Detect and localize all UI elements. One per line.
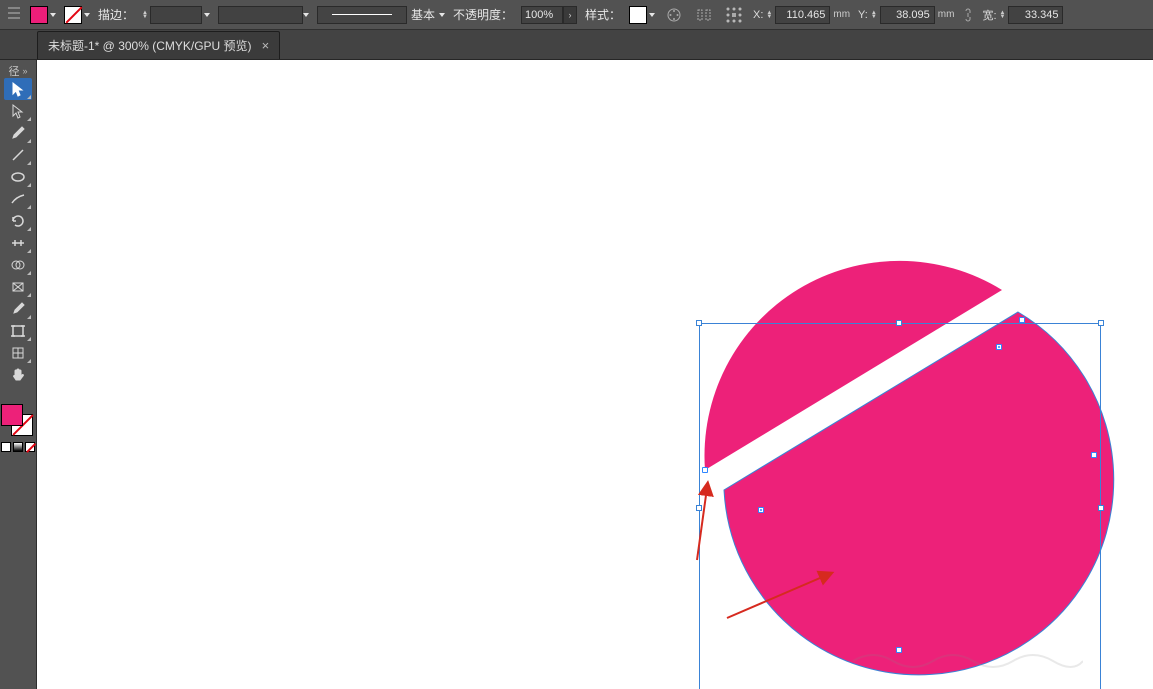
brush-basic-label: 基本 <box>411 6 435 23</box>
close-tab-icon[interactable]: × <box>262 41 270 51</box>
pen-tool[interactable] <box>4 122 32 144</box>
chevron-down-icon <box>50 13 56 17</box>
stepper-arrows-icon: ▲▼ <box>766 11 772 19</box>
fill-stroke-indicator[interactable] <box>1 404 35 438</box>
stroke-swatch-group[interactable] <box>64 6 90 24</box>
anchor-point-icon[interactable] <box>996 344 1002 350</box>
brush-definition[interactable]: 基本 <box>317 6 445 24</box>
selection-bounding-box <box>699 323 1101 689</box>
fill-indicator <box>1 404 23 426</box>
slice-tool[interactable] <box>4 342 32 364</box>
selection-handle-icon[interactable] <box>896 320 902 326</box>
graphic-style-swatch[interactable] <box>629 6 655 24</box>
eyedropper-tool[interactable] <box>4 298 32 320</box>
fill-swatch <box>30 6 48 24</box>
document-view[interactable] <box>37 60 1153 689</box>
selection-handle-icon[interactable] <box>1098 505 1104 511</box>
variable-width-profile[interactable] <box>218 6 309 24</box>
profile-preview <box>218 6 303 24</box>
artboard-tool[interactable] <box>4 320 32 342</box>
y-input[interactable] <box>880 6 935 24</box>
chevron-down-icon <box>204 13 210 17</box>
panel-menu-icon[interactable]: » <box>22 66 27 76</box>
link-wh-icon[interactable] <box>962 7 974 23</box>
color-mode-swatches <box>1 442 35 452</box>
work-area: 径 » <box>0 60 1153 689</box>
y-unit: mm <box>938 9 955 20</box>
chevron-down-icon <box>439 13 445 17</box>
options-bar: 描边： ▲▼ 基本 不透明度： › 样式： X: ▲▼ <box>0 0 1153 30</box>
selection-tool[interactable] <box>4 78 32 100</box>
document-tab[interactable]: 未标题-1* @ 300% (CMYK/GPU 预览) × <box>37 31 280 59</box>
perspective-grid-tool[interactable] <box>4 276 32 298</box>
y-label: Y: <box>858 9 868 21</box>
fill-swatch-group[interactable] <box>30 6 56 24</box>
direct-selection-tool[interactable] <box>4 100 32 122</box>
annotation-arrow-icon <box>722 563 782 623</box>
transform-w-field: 宽: ▲▼ <box>982 6 1063 24</box>
chevron-down-icon <box>649 13 655 17</box>
selection-handle-icon[interactable] <box>1098 320 1104 326</box>
chevron-down-icon <box>303 13 309 17</box>
selection-handle-icon[interactable] <box>696 320 702 326</box>
x-label: X: <box>753 9 763 21</box>
stepper-arrows-icon: ▲▼ <box>1000 11 1006 19</box>
style-swatch <box>629 6 647 24</box>
recolor-artwork-button[interactable] <box>663 4 685 26</box>
shape-builder-tool[interactable] <box>4 254 32 276</box>
reselect-path-button[interactable] <box>6 5 22 24</box>
line-tool[interactable] <box>4 144 32 166</box>
ellipse-tool[interactable] <box>4 166 32 188</box>
w-input[interactable] <box>1008 6 1063 24</box>
opacity-label: 不透明度： <box>453 6 513 23</box>
w-label: 宽: <box>982 7 996 23</box>
anchor-point-icon[interactable] <box>702 467 708 473</box>
stroke-none-swatch <box>64 6 82 24</box>
transform-y-field: Y: ▲▼ mm <box>858 6 954 24</box>
reference-point-grid[interactable] <box>723 4 745 26</box>
stroke-label: 描边： <box>98 6 134 23</box>
stepper-arrows-icon: ▲▼ <box>871 11 877 19</box>
color-mode-color-icon[interactable] <box>1 442 11 452</box>
anchor-point-icon[interactable] <box>758 507 764 513</box>
stepper-arrows-icon: ▲▼ <box>142 11 148 19</box>
opacity-input[interactable] <box>521 6 563 24</box>
brush-preview <box>317 6 407 24</box>
paintbrush-tool[interactable] <box>4 188 32 210</box>
anchor-point-icon[interactable] <box>1091 452 1097 458</box>
style-label: 样式： <box>585 6 621 23</box>
document-tabs: 未标题-1* @ 300% (CMYK/GPU 预览) × <box>0 30 1153 60</box>
stroke-weight-stepper[interactable]: ▲▼ <box>142 6 210 24</box>
watermark <box>853 647 1083 669</box>
annotation-arrow-icon <box>662 480 722 540</box>
stroke-weight-input[interactable] <box>150 6 202 24</box>
chevron-down-icon <box>84 13 90 17</box>
left-column-label: 径 <box>8 63 19 79</box>
align-panel-button[interactable] <box>693 4 715 26</box>
left-column-header: 径 » <box>0 64 36 78</box>
transform-x-field: X: ▲▼ mm <box>753 6 850 24</box>
opacity-field-wrap: › <box>521 6 577 24</box>
color-mode-none-icon[interactable] <box>25 442 35 452</box>
hand-tool[interactable] <box>4 364 32 386</box>
anchor-point-icon[interactable] <box>1019 317 1025 323</box>
x-input[interactable] <box>775 6 830 24</box>
document-tab-title: 未标题-1* @ 300% (CMYK/GPU 预览) <box>48 37 252 54</box>
rotate-tool[interactable] <box>4 210 32 232</box>
tools-panel: 径 » <box>0 60 37 689</box>
x-unit: mm <box>833 9 850 20</box>
opacity-popup-button[interactable]: › <box>563 6 577 24</box>
width-tool[interactable] <box>4 232 32 254</box>
color-mode-gradient-icon[interactable] <box>13 442 23 452</box>
